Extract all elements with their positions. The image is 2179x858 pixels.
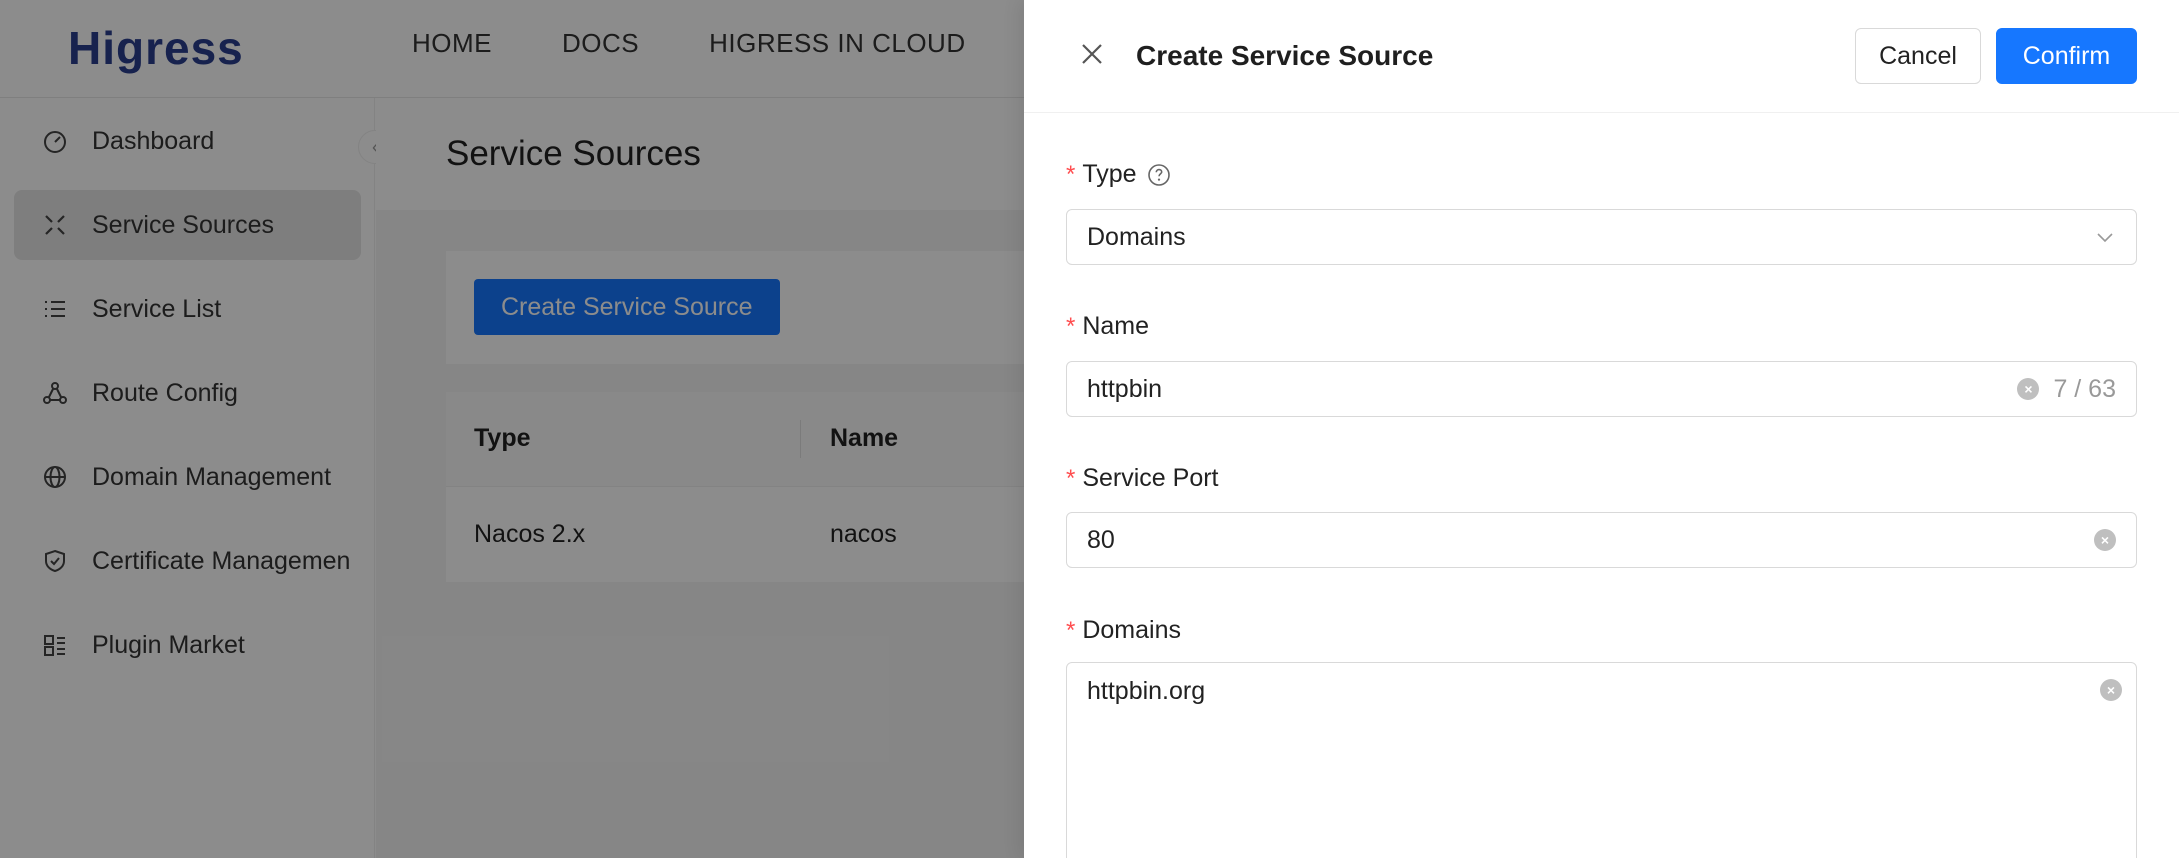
domains-textarea-value: httpbin.org — [1087, 677, 1206, 705]
type-select[interactable]: Domains — [1066, 209, 2137, 265]
service-port-input[interactable]: 80 × — [1066, 512, 2137, 568]
type-field-label: * Type — [1066, 160, 1171, 189]
domains-textarea[interactable]: httpbin.org × — [1066, 662, 2137, 858]
type-select-value: Domains — [1087, 222, 1186, 251]
character-count: 7 / 63 — [2053, 374, 2116, 403]
name-label-text: Name — [1082, 312, 1150, 340]
name-field-label: * Name — [1066, 312, 1149, 341]
name-input-value: httpbin — [1087, 374, 1163, 403]
clear-icon[interactable]: × — [2094, 529, 2116, 551]
domains-field-label: * Domains — [1066, 616, 1181, 645]
name-input[interactable]: httpbin × 7 / 63 — [1066, 361, 2137, 417]
type-label-text: Type — [1082, 160, 1137, 188]
port-input-value: 80 — [1087, 525, 1115, 554]
drawer-header: Create Service Source Cancel Confirm — [1024, 0, 2179, 113]
chevron-down-icon — [2094, 226, 2116, 248]
cancel-button[interactable]: Cancel — [1855, 28, 1981, 84]
clear-icon[interactable]: × — [2017, 378, 2040, 400]
domains-label-text: Domains — [1082, 616, 1181, 644]
close-icon[interactable] — [1076, 38, 1108, 70]
clear-icon[interactable]: × — [2100, 679, 2122, 701]
required-asterisk: * — [1066, 616, 1076, 644]
question-circle-icon[interactable] — [1147, 163, 1171, 187]
create-service-source-drawer: Create Service Source Cancel Confirm * T… — [1024, 0, 2179, 858]
drawer-title: Create Service Source — [1136, 40, 1434, 71]
required-asterisk: * — [1066, 312, 1076, 340]
port-field-label: * Service Port — [1066, 464, 1219, 493]
required-asterisk: * — [1066, 160, 1076, 188]
required-asterisk: * — [1066, 464, 1076, 492]
port-label-text: Service Port — [1082, 464, 1219, 492]
confirm-button[interactable]: Confirm — [1996, 28, 2137, 84]
